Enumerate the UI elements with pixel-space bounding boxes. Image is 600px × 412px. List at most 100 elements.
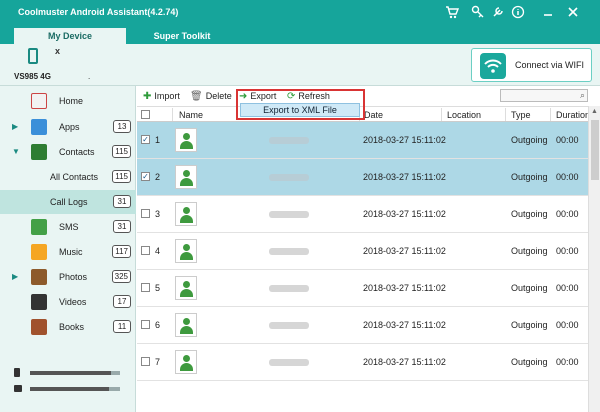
sidebar-item-photos[interactable]: ▶ Photos 325: [0, 265, 136, 289]
row-duration: 00:00: [556, 209, 579, 219]
internal-storage-bar: [14, 368, 124, 378]
count-badge: 115: [112, 170, 131, 183]
sidebar-item-all-contacts[interactable]: All Contacts 115: [0, 165, 136, 189]
sidebar-item-music[interactable]: Music 117: [0, 240, 136, 264]
sidebar-item-apps[interactable]: ▶ Apps 13: [0, 115, 136, 139]
contact-avatar-icon: [175, 239, 197, 263]
music-icon: [31, 244, 47, 260]
device-close-icon[interactable]: x: [55, 46, 60, 56]
blurred-phone-number: [269, 137, 309, 144]
row-type: Outgoing: [511, 320, 548, 330]
column-header-date[interactable]: Date: [364, 110, 383, 120]
row-date: 2018-03-27 15:11:02: [363, 357, 446, 367]
sidebar-item-label: SMS: [59, 222, 79, 232]
select-all-checkbox[interactable]: [141, 110, 150, 119]
sms-icon: [31, 219, 47, 235]
key-icon[interactable]: [470, 5, 486, 21]
sidebar-item-sms[interactable]: SMS 31: [0, 215, 136, 239]
table-row[interactable]: 3 2018-03-27 15:11:02 Outgoing 00:00: [137, 196, 588, 233]
row-duration: 00:00: [556, 320, 579, 330]
import-button[interactable]: ✚ Import: [143, 91, 180, 102]
contacts-icon: [31, 144, 47, 160]
tab-my-device[interactable]: My Device: [14, 28, 126, 44]
row-checkbox[interactable]: [141, 320, 150, 329]
storage-fill: [30, 387, 110, 391]
close-icon[interactable]: [565, 5, 581, 21]
row-date: 2018-03-27 15:11:02: [363, 246, 446, 256]
row-duration: 00:00: [556, 357, 579, 367]
storage-fill: [30, 371, 111, 375]
delete-label: Delete: [205, 91, 232, 101]
row-date: 2018-03-27 15:11:02: [363, 172, 446, 182]
row-duration: 00:00: [556, 283, 579, 293]
sidebar-item-books[interactable]: Books 11: [0, 315, 136, 339]
row-type: Outgoing: [511, 246, 548, 256]
expand-arrow-icon[interactable]: ▶: [12, 272, 18, 281]
delete-button[interactable]: 🗑 Delete: [190, 91, 232, 102]
scrollbar-thumb[interactable]: [591, 120, 599, 180]
table-row[interactable]: 5 2018-03-27 15:11:02 Outgoing 00:00: [137, 270, 588, 307]
column-header-duration[interactable]: Duration: [556, 110, 590, 120]
expand-arrow-icon[interactable]: ▶: [12, 122, 18, 131]
count-badge: 117: [112, 245, 131, 258]
table-row[interactable]: 7 2018-03-27 15:11:02 Outgoing 00:00: [137, 344, 588, 381]
row-duration: 00:00: [556, 172, 579, 182]
blurred-phone-number: [269, 211, 309, 218]
row-number: 7: [155, 357, 161, 367]
blurred-phone-number: [269, 174, 309, 181]
info-icon[interactable]: [510, 5, 526, 21]
contact-avatar-icon: [175, 165, 197, 189]
sidebar-item-home[interactable]: Home: [0, 89, 136, 113]
table-row[interactable]: ✓ 2 2018-03-27 15:11:02 Outgoing 00:00: [137, 159, 588, 196]
minimize-icon[interactable]: [540, 5, 556, 21]
connect-wifi-button[interactable]: Connect via WIFI: [471, 48, 592, 82]
sidebar-item-contacts[interactable]: ▼ Contacts 115: [0, 140, 136, 164]
row-type: Outgoing: [511, 135, 548, 145]
wrench-icon[interactable]: [490, 5, 506, 21]
cart-icon[interactable]: [444, 5, 460, 21]
column-header-location[interactable]: Location: [447, 110, 481, 120]
count-badge: 31: [113, 195, 131, 208]
wifi-icon: [480, 53, 506, 79]
row-type: Outgoing: [511, 209, 548, 219]
row-type: Outgoing: [511, 357, 548, 367]
row-checkbox[interactable]: [141, 283, 150, 292]
plus-icon: ✚: [143, 91, 152, 102]
export-menu-item-xml[interactable]: Export to XML File: [240, 103, 360, 117]
collapse-arrow-icon[interactable]: ▼: [12, 147, 20, 156]
table-row[interactable]: 6 2018-03-27 15:11:02 Outgoing 00:00: [137, 307, 588, 344]
vertical-scrollbar[interactable]: ▲: [588, 106, 600, 412]
scroll-up-icon[interactable]: ▲: [591, 108, 598, 115]
sidebar-item-videos[interactable]: Videos 17: [0, 290, 136, 314]
sidebar-item-label: Call Logs: [50, 197, 88, 207]
row-date: 2018-03-27 15:11:02: [363, 135, 446, 145]
row-duration: 00:00: [556, 246, 579, 256]
blurred-phone-number: [269, 322, 309, 329]
row-checkbox[interactable]: [141, 246, 150, 255]
table-row[interactable]: 4 2018-03-27 15:11:02 Outgoing 00:00: [137, 233, 588, 270]
column-separator: [505, 108, 506, 121]
column-separator: [172, 108, 173, 121]
sidebar-item-label: Music: [59, 247, 83, 257]
home-icon: [31, 93, 47, 109]
contact-avatar-icon: [175, 202, 197, 226]
sidebar-item-label: Videos: [59, 297, 87, 307]
count-badge: 17: [113, 295, 131, 308]
column-header-type[interactable]: Type: [511, 110, 531, 120]
sidebar-item-call-logs[interactable]: Call Logs 31: [0, 190, 136, 214]
tab-super-toolkit[interactable]: Super Toolkit: [126, 28, 238, 44]
device-tab[interactable]: x VS985 4G .: [10, 46, 90, 84]
device-bar: x VS985 4G . Connect via WIFI: [0, 44, 600, 86]
row-checkbox[interactable]: ✓: [141, 135, 150, 144]
column-header-name[interactable]: Name: [179, 110, 203, 120]
books-icon: [31, 319, 47, 335]
count-badge: 115: [112, 145, 131, 158]
row-checkbox[interactable]: [141, 209, 150, 218]
search-icon[interactable]: ⌕: [580, 90, 585, 101]
sidebar-item-label: Photos: [59, 272, 88, 282]
search-input[interactable]: ⌕: [500, 89, 588, 102]
row-checkbox[interactable]: [141, 357, 150, 366]
row-date: 2018-03-27 15:11:02: [363, 320, 446, 330]
row-checkbox[interactable]: ✓: [141, 172, 150, 181]
table-row[interactable]: ✓ 1 2018-03-27 15:11:02 Outgoing 00:00: [137, 122, 588, 159]
